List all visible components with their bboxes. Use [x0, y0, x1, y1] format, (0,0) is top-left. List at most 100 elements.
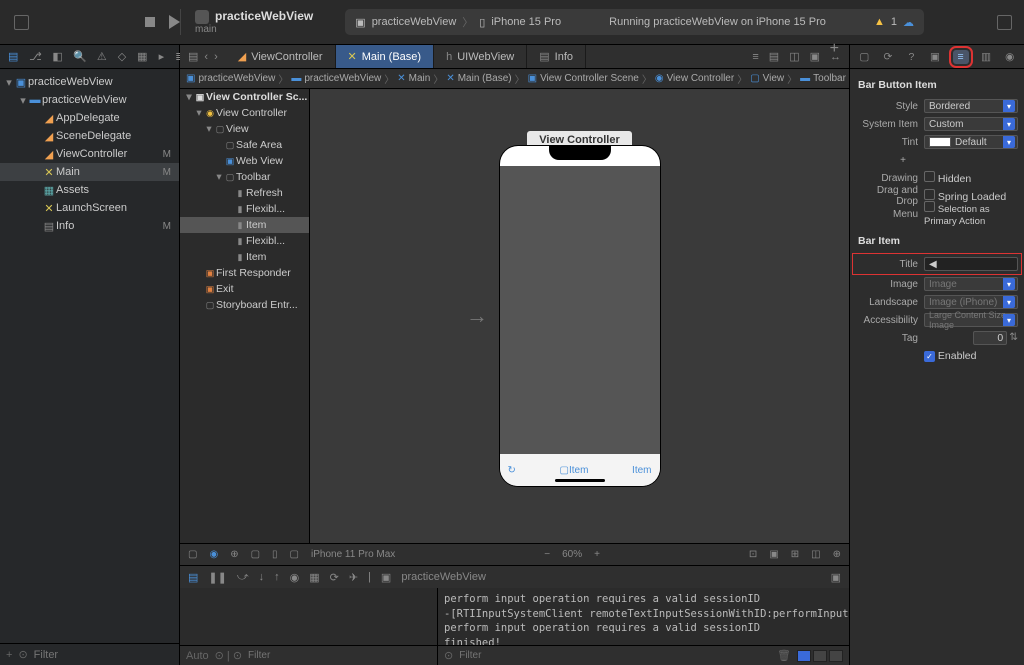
stop-button[interactable] — [145, 17, 155, 27]
nav-item-practicewebview[interactable]: ▾▣practiceWebView — [0, 73, 179, 91]
outline-item[interactable]: ▮Item — [180, 217, 309, 233]
device-preview[interactable]: ↻ ▢Item Item — [500, 146, 660, 486]
nav-item-practicewebview[interactable]: ▾▬practiceWebView — [0, 91, 179, 109]
title-field[interactable]: ◀ — [924, 257, 1018, 271]
issue-tab[interactable]: ⚠ — [97, 50, 107, 63]
embed-in-icon[interactable]: ▢ — [188, 549, 197, 560]
zoom-level[interactable]: 60% — [562, 549, 582, 560]
style-select[interactable]: Bordered — [924, 99, 1018, 113]
tab-main-base-[interactable]: ✕Main (Base) — [336, 45, 435, 68]
test-tab[interactable]: ◇ — [118, 50, 126, 63]
nav-item-main[interactable]: ✕MainM — [0, 163, 179, 181]
outline-web-view[interactable]: ▣Web View — [180, 153, 309, 169]
breakpoint-tab[interactable]: ▸ — [159, 50, 165, 63]
tag-field[interactable]: 0 — [973, 331, 1007, 345]
scheme-selector[interactable]: practiceWebView main — [180, 9, 327, 35]
variables-filter-input[interactable] — [248, 650, 431, 661]
outline-safe-area[interactable]: ▢Safe Area — [180, 137, 309, 153]
orientation-icon[interactable]: ▢ — [290, 549, 299, 560]
zoom-in-icon[interactable]: + — [594, 549, 600, 560]
enabled-checkbox[interactable]: ✓ — [924, 351, 935, 362]
minimap-icon[interactable]: ▤ — [769, 50, 779, 63]
toolbar-item-2[interactable]: Item — [632, 465, 651, 476]
outline-refresh[interactable]: ▮Refresh — [180, 185, 309, 201]
outline-item[interactable]: ▮Item — [180, 249, 309, 265]
connections-inspector-tab[interactable]: ◉ — [1004, 51, 1016, 63]
history-inspector-tab[interactable]: ⟳ — [882, 51, 894, 63]
tab-info[interactable]: ▤Info — [527, 45, 586, 68]
help-inspector-tab[interactable]: ? — [905, 51, 917, 63]
debug-process[interactable]: practiceWebView — [401, 571, 486, 583]
pause-icon[interactable]: ❚❚ — [208, 571, 226, 584]
view-debug-icon[interactable]: ◉ — [290, 571, 300, 584]
cloud-icon[interactable]: ☁ — [903, 16, 914, 29]
landscape-select[interactable]: Image (iPhone) — [924, 295, 1018, 309]
primary-action-checkbox[interactable] — [924, 201, 935, 212]
env-override-icon[interactable]: ⟳ — [330, 571, 339, 584]
toggle-inspector-icon[interactable] — [997, 15, 1012, 30]
find-tab[interactable]: 🔍 — [74, 50, 86, 63]
identity-inspector-tab[interactable]: ▣ — [929, 51, 941, 63]
activity-bar[interactable]: ▣practiceWebView 〉 ▯iPhone 15 Pro Runnin… — [345, 9, 924, 35]
run-button[interactable] — [169, 15, 180, 29]
outline-toolbar[interactable]: ▾▢Toolbar — [180, 169, 309, 185]
device-config-icon[interactable]: ▯ — [272, 549, 278, 560]
image-select[interactable]: Image — [924, 277, 1018, 291]
toggle-navigator-icon[interactable] — [14, 15, 29, 30]
outline-exit[interactable]: ▣Exit — [180, 281, 309, 297]
forward-icon[interactable]: › — [214, 51, 218, 63]
toggle-debug-icon[interactable]: ▤ — [188, 571, 198, 584]
zoom-out-icon[interactable]: − — [544, 549, 550, 560]
system-item-select[interactable]: Custom — [924, 117, 1018, 131]
a11y-select[interactable]: Large Content Size Image — [924, 313, 1018, 327]
outline-flexibl-[interactable]: ▮Flexibl... — [180, 201, 309, 217]
outline-view-controller[interactable]: ▾◉View Controller — [180, 105, 309, 121]
hidden-checkbox[interactable] — [924, 171, 935, 182]
constraints-icon[interactable]: ⊡ — [749, 549, 757, 560]
step-over-icon[interactable]: ⤻ — [237, 571, 249, 584]
tint-select[interactable]: Default — [924, 135, 1018, 149]
refresh-icon[interactable]: ↻ — [508, 465, 516, 476]
device-selector[interactable]: iPhone 11 Pro Max — [311, 549, 395, 560]
add-file-icon[interactable]: + — [6, 649, 12, 661]
trash-icon[interactable]: 🗑 — [777, 649, 791, 662]
size-inspector-tab[interactable]: ▥ — [980, 51, 992, 63]
tab-uiwebview[interactable]: hUIWebView — [434, 45, 527, 68]
warning-icon[interactable]: ▲ — [874, 16, 885, 28]
project-navigator-tab[interactable]: ▤ — [8, 50, 18, 63]
assistant-icon[interactable]: ▣ — [810, 50, 820, 63]
toolbar-item-1[interactable]: ▢Item — [560, 465, 589, 476]
toggle-console-icon[interactable]: ▣ — [831, 571, 841, 584]
canvas-icon[interactable]: ◫ — [789, 50, 799, 63]
step-in-icon[interactable]: ↓ — [259, 571, 265, 583]
navigator-filter-input[interactable] — [34, 649, 176, 661]
resolve-icon[interactable]: ▢ — [251, 549, 260, 560]
memory-graph-icon[interactable]: ▦ — [309, 571, 319, 584]
pin-icon[interactable]: ⊕ — [230, 549, 238, 560]
interface-builder-canvas[interactable]: → View Controller ↻ ▢Item Item — [310, 89, 849, 543]
console-filter-input[interactable] — [459, 650, 771, 661]
file-inspector-tab[interactable]: ▢ — [858, 51, 870, 63]
nav-item-viewcontroller[interactable]: ◢ViewControllerM — [0, 145, 179, 163]
bookmark-tab[interactable]: ◧ — [52, 50, 62, 63]
nav-item-info[interactable]: ▤InfoM — [0, 217, 179, 235]
step-out-icon[interactable]: ↑ — [274, 571, 280, 583]
source-control-tab[interactable]: ⎇ — [29, 50, 41, 63]
tab-viewcontroller[interactable]: ◢ViewController — [226, 45, 336, 68]
auto-scope[interactable]: Auto — [186, 650, 209, 662]
outline-flexibl-[interactable]: ▮Flexibl... — [180, 233, 309, 249]
add-button[interactable]: + — [830, 40, 839, 58]
attributes-inspector-tab[interactable]: ≡ — [953, 50, 969, 64]
debug-tab[interactable]: ▦ — [137, 50, 147, 63]
nav-item-appdelegate[interactable]: ◢AppDelegate — [0, 109, 179, 127]
related-items-icon[interactable]: ▤ — [188, 50, 198, 63]
nav-item-assets[interactable]: ▦Assets — [0, 181, 179, 199]
document-outline[interactable]: ▾▣View Controller Sc... ▾◉View Controlle… — [180, 89, 310, 543]
nav-item-launchscreen[interactable]: ✕LaunchScreen — [0, 199, 179, 217]
breadcrumb[interactable]: ▣practiceWebView〉▬practiceWebView〉✕Main〉… — [180, 69, 849, 89]
outline-first-responder[interactable]: ▣First Responder — [180, 265, 309, 281]
adjust-editor-icon[interactable]: ≡ — [752, 51, 758, 63]
back-icon[interactable]: ‹ — [204, 51, 208, 63]
spring-loaded-checkbox[interactable] — [924, 189, 935, 200]
align-icon[interactable]: ◉ — [209, 549, 218, 560]
